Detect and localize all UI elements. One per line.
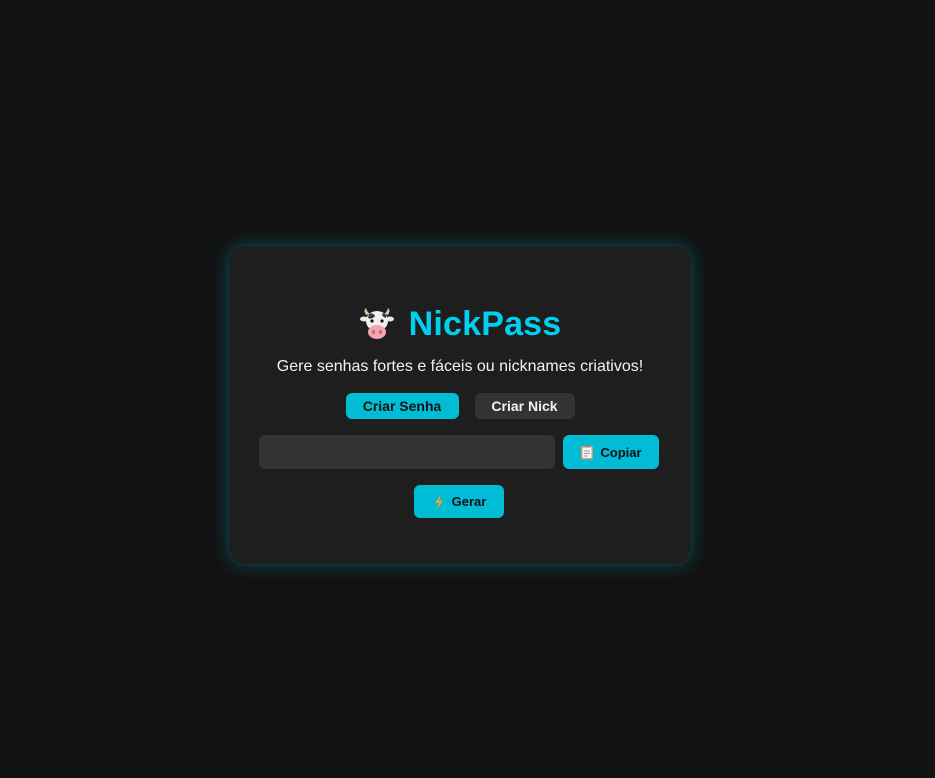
app-title: NickPass xyxy=(408,304,562,343)
copy-button-label: Copiar xyxy=(600,444,642,460)
generator-card: NickPass Gere senhas fortes e fáceis ou … xyxy=(229,246,691,564)
create-password-button[interactable]: Criar Senha xyxy=(345,393,459,419)
title-row: NickPass xyxy=(229,302,691,346)
mode-switch: Criar Senha Criar Nick xyxy=(229,393,691,419)
lightning-icon xyxy=(434,494,443,509)
clipboard-icon xyxy=(581,444,594,460)
generated-output-field[interactable] xyxy=(259,435,555,469)
generate-button-label: Gerar xyxy=(451,494,487,509)
create-nick-button[interactable]: Criar Nick xyxy=(474,393,575,419)
cow-face-icon xyxy=(359,308,394,339)
copy-button[interactable]: Copiar xyxy=(563,435,659,469)
app-subtitle: Gere senhas fortes e fáceis ou nicknames… xyxy=(276,358,644,375)
generate-button[interactable]: Gerar xyxy=(414,485,504,518)
